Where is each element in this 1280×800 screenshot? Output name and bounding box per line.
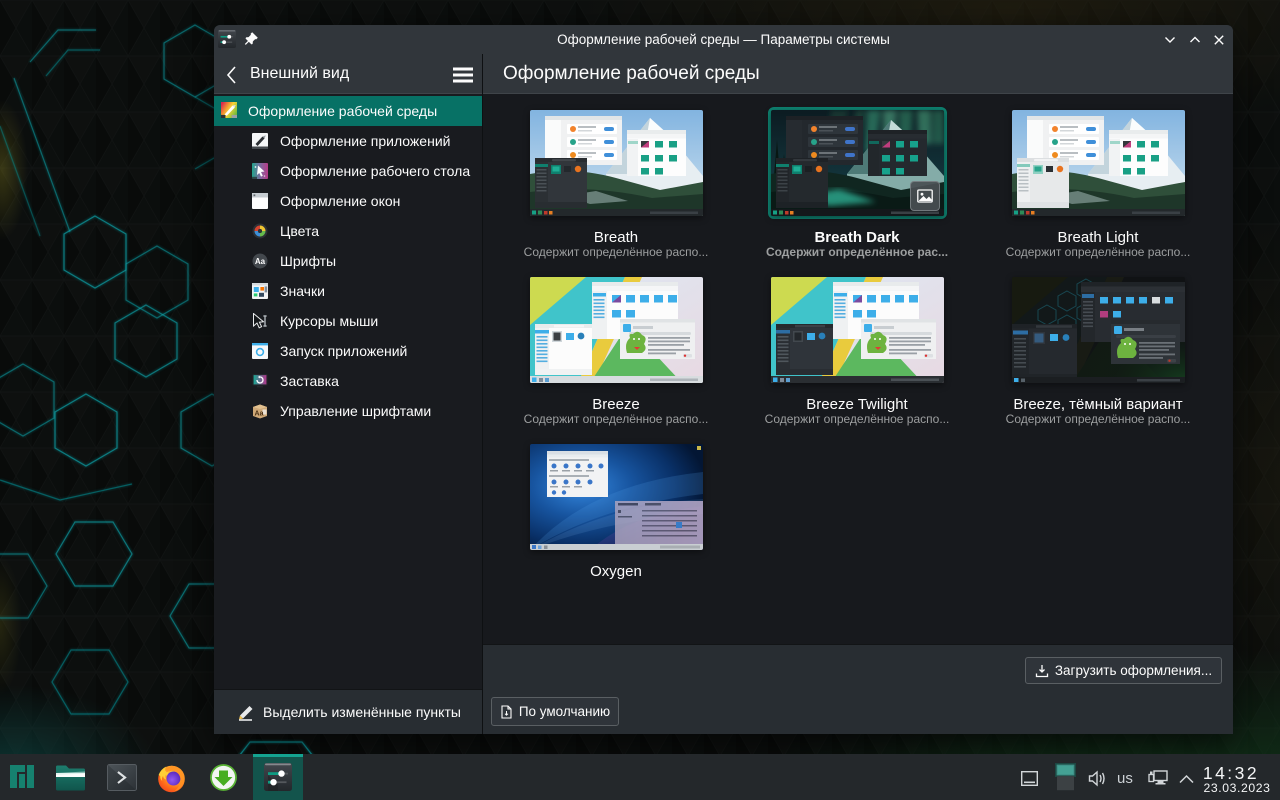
svg-text:Aa: Aa: [255, 411, 264, 418]
svg-text:Aa: Aa: [255, 257, 266, 266]
